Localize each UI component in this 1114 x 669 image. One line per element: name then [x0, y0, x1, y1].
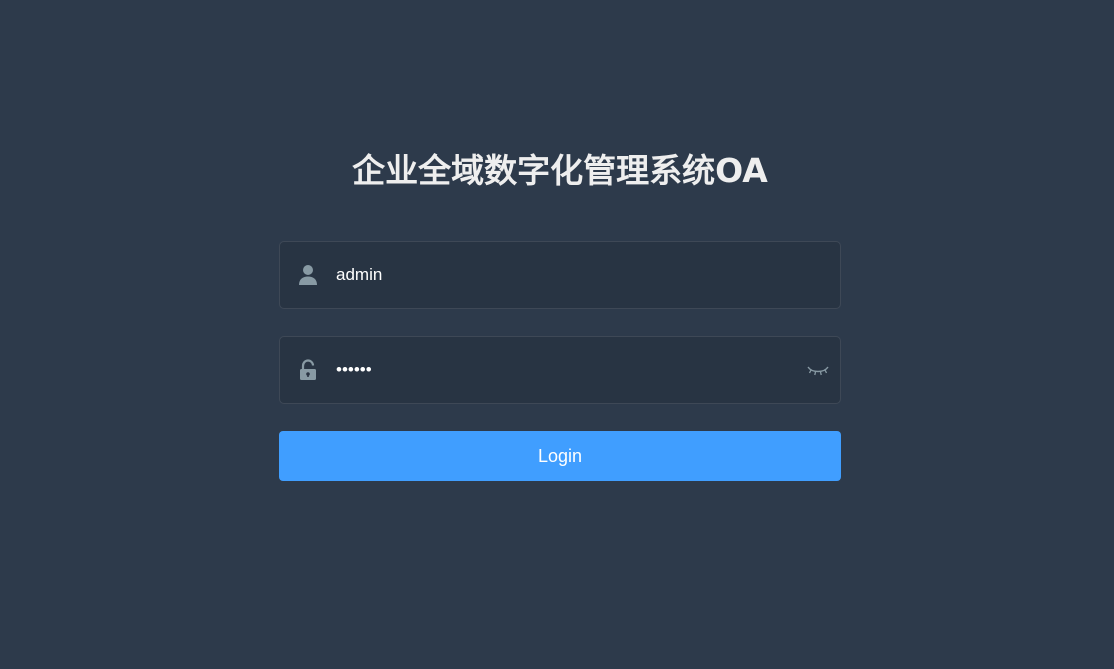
lock-icon — [298, 359, 318, 381]
login-page: 企业全域数字化管理系统OA admin •••••• Login — [0, 0, 1114, 669]
login-button[interactable]: Login — [279, 431, 841, 481]
user-icon — [298, 264, 318, 286]
password-field — [279, 336, 841, 404]
page-title: 企业全域数字化管理系统OA — [352, 151, 768, 190]
password-input[interactable] — [336, 337, 796, 403]
username-field — [279, 241, 841, 309]
eye-closed-icon[interactable] — [807, 362, 829, 378]
username-input[interactable] — [336, 242, 796, 308]
